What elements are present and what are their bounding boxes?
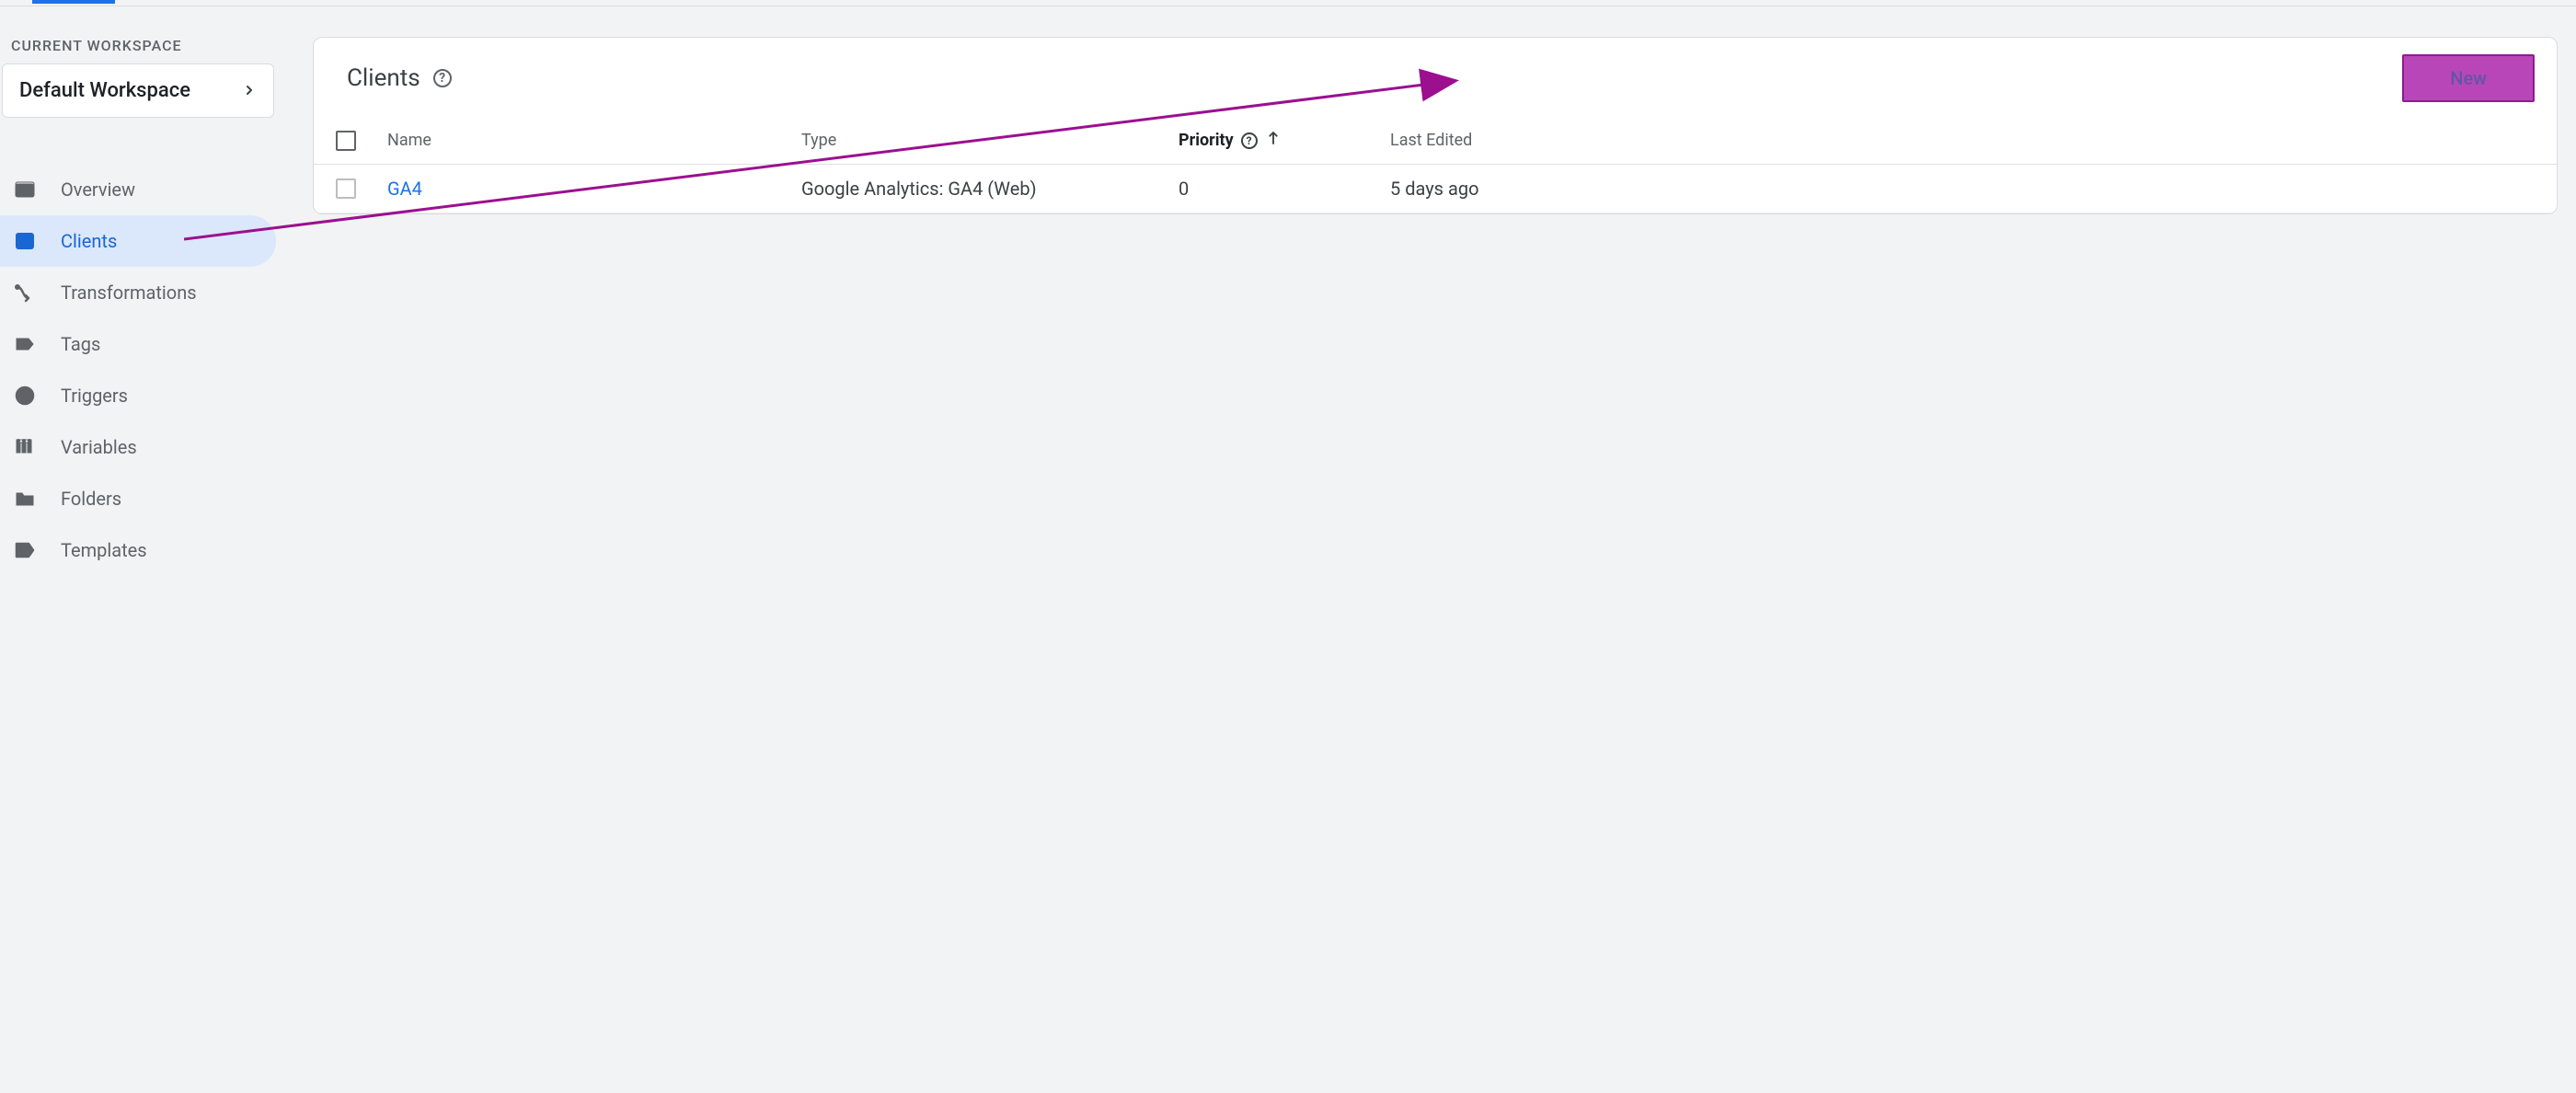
workspace-name: Default Workspace: [19, 79, 190, 102]
select-all-checkbox[interactable]: [336, 131, 356, 151]
sidebar-item-label: Variables: [61, 436, 137, 458]
chevron-right-icon: [242, 80, 257, 102]
clients-panel: Clients ? New Name Type Priority ? Last …: [313, 37, 2558, 214]
sidebar-item-label: Overview: [61, 178, 135, 201]
templates-icon: [13, 539, 37, 561]
column-header-name[interactable]: Name: [387, 131, 801, 150]
transformations-icon: [13, 282, 37, 304]
workspace-section-label: CURRENT WORKSPACE: [0, 37, 276, 54]
row-priority: 0: [1179, 178, 1390, 200]
panel-title: Clients ?: [347, 64, 452, 92]
table-row[interactable]: GA4 Google Analytics: GA4 (Web) 0 5 days…: [314, 165, 2557, 213]
workspace-selector[interactable]: Default Workspace: [2, 63, 274, 118]
sidebar: CURRENT WORKSPACE Default Workspace Over…: [0, 37, 276, 576]
sidebar-item-label: Triggers: [61, 385, 128, 407]
row-last-edited: 5 days ago: [1390, 178, 2535, 200]
table-header-row: Name Type Priority ? Last Edited: [314, 119, 2557, 165]
sidebar-item-tags[interactable]: Tags: [0, 318, 276, 370]
folders-icon: [13, 488, 37, 510]
overview-icon: [13, 178, 37, 201]
sidebar-nav: Overview Clients Transformations Tags Tr: [0, 164, 276, 576]
sidebar-item-transformations[interactable]: Transformations: [0, 267, 276, 318]
panel-header: Clients ? New: [314, 38, 2557, 119]
help-icon[interactable]: ?: [433, 69, 452, 87]
variables-icon: [13, 436, 37, 458]
active-tab-indicator: [32, 0, 115, 4]
sidebar-item-label: Clients: [61, 230, 117, 252]
sidebar-item-overview[interactable]: Overview: [0, 164, 276, 215]
sidebar-item-clients[interactable]: Clients: [0, 215, 276, 267]
panel-title-text: Clients: [347, 64, 420, 92]
sidebar-item-label: Transformations: [61, 282, 197, 304]
sidebar-item-label: Folders: [61, 488, 121, 510]
sidebar-item-variables[interactable]: Variables: [0, 421, 276, 473]
new-button[interactable]: New: [2402, 54, 2535, 102]
tags-icon: [13, 333, 37, 355]
sidebar-item-label: Templates: [61, 539, 147, 561]
sidebar-item-label: Tags: [61, 333, 100, 355]
row-type: Google Analytics: GA4 (Web): [801, 178, 1179, 200]
sort-ascending-icon: [1265, 130, 1282, 151]
column-header-priority-text: Priority: [1179, 131, 1234, 150]
help-icon[interactable]: ?: [1241, 132, 1258, 149]
sidebar-item-templates[interactable]: Templates: [0, 524, 276, 576]
row-name-link[interactable]: GA4: [387, 178, 422, 200]
sidebar-item-folders[interactable]: Folders: [0, 473, 276, 524]
triggers-icon: [13, 385, 37, 407]
sidebar-item-triggers[interactable]: Triggers: [0, 370, 276, 421]
column-header-last-edited[interactable]: Last Edited: [1390, 131, 2535, 150]
column-header-priority[interactable]: Priority ?: [1179, 130, 1390, 151]
row-checkbox[interactable]: [336, 178, 356, 199]
clients-icon: [13, 230, 37, 252]
column-header-type[interactable]: Type: [801, 131, 1179, 150]
